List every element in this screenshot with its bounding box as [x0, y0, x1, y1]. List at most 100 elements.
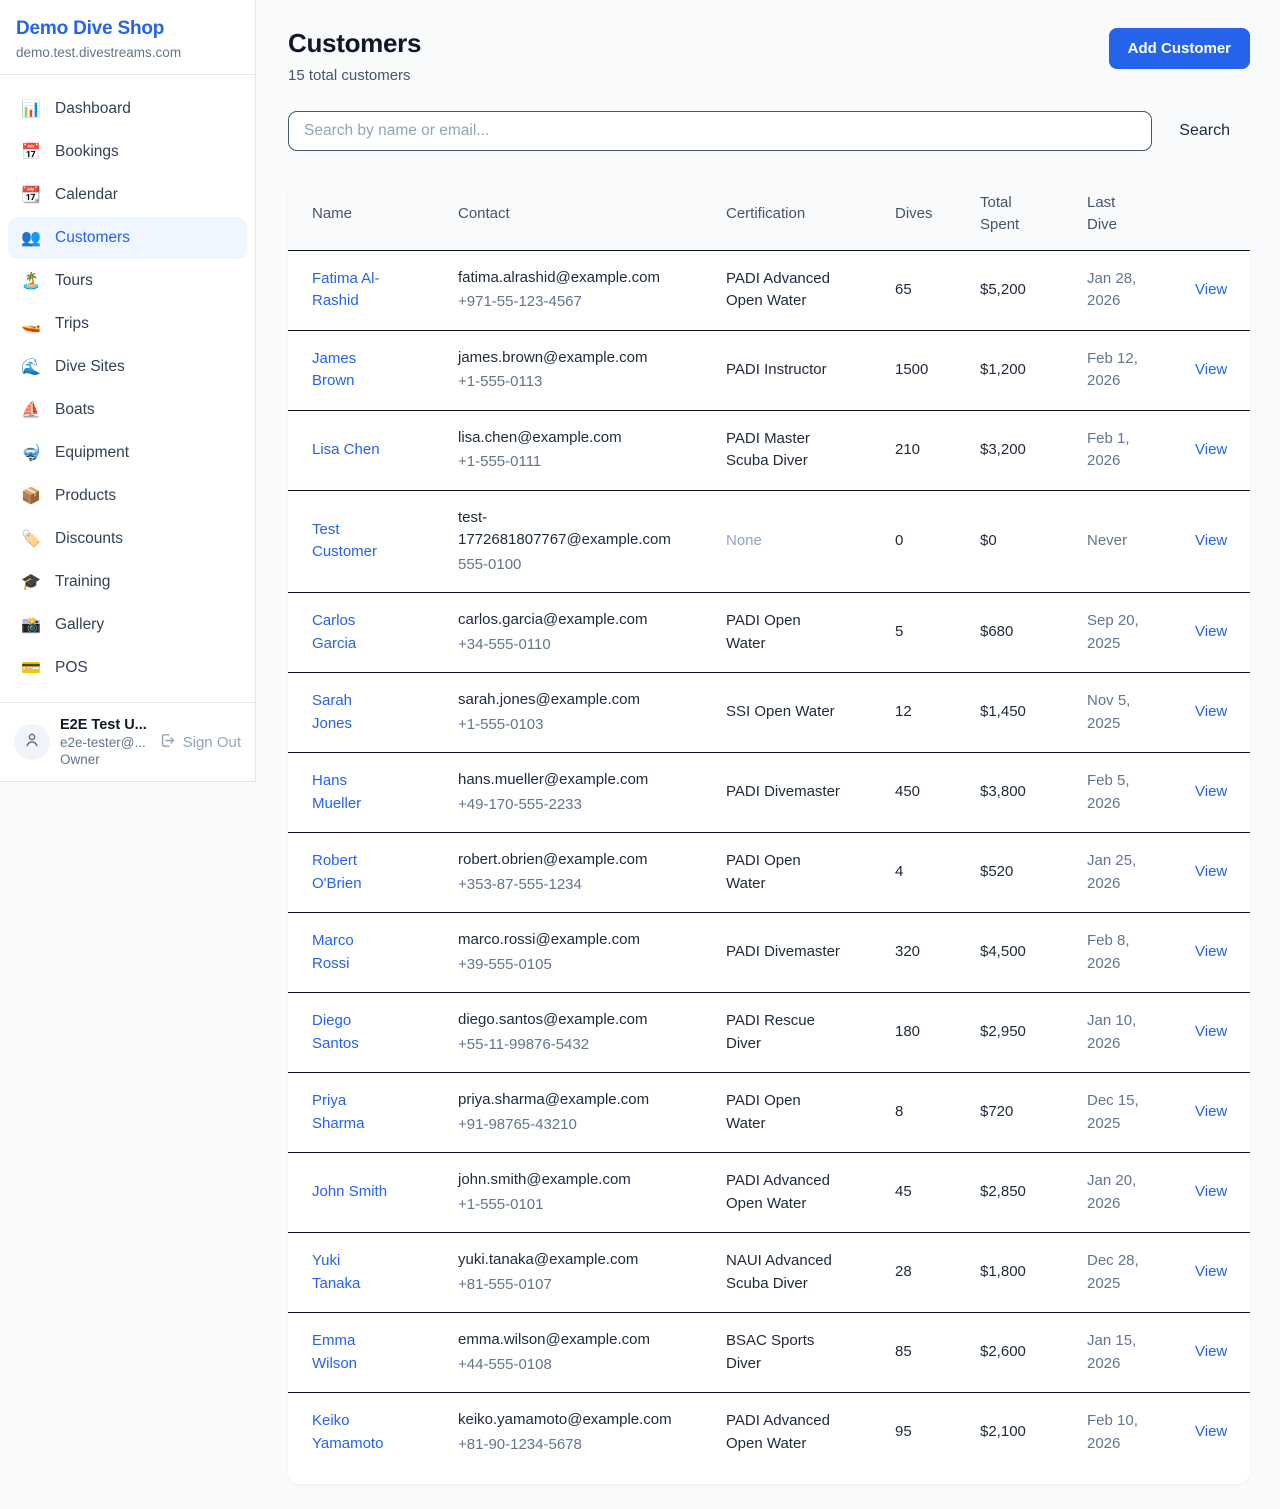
customer-last-dive: Jan 28, 2026: [1063, 250, 1171, 330]
view-customer-link[interactable]: View: [1195, 783, 1227, 800]
sidebar-item-dashboard[interactable]: 📊 Dashboard: [8, 88, 247, 130]
sidebar-item-equipment[interactable]: 🤿 Equipment: [8, 432, 247, 474]
customer-email: hans.mueller@example.com: [458, 769, 686, 792]
sidebar-item-bookings[interactable]: 📅 Bookings: [8, 131, 247, 173]
customer-last-dive: Jan 25, 2026: [1063, 833, 1171, 913]
customer-certification: PADI Open Water: [702, 833, 871, 913]
table-header-row: Name Contact Certification Dives Total S…: [288, 178, 1250, 250]
sidebar-item-boats[interactable]: ⛵ Boats: [8, 389, 247, 431]
customer-phone: +81-555-0107: [458, 1274, 686, 1297]
customer-total-spent: $2,850: [956, 1153, 1063, 1233]
shop-name: Demo Dive Shop: [16, 18, 239, 40]
sidebar-item-training[interactable]: 🎓 Training: [8, 561, 247, 603]
customer-certification: PADI Master Scuba Diver: [702, 410, 871, 490]
customer-last-dive: Dec 15, 2025: [1063, 1073, 1171, 1153]
customer-name-link[interactable]: Sarah Jones: [312, 692, 352, 732]
view-customer-link[interactable]: View: [1195, 441, 1227, 458]
add-customer-button[interactable]: Add Customer: [1109, 28, 1250, 69]
table-row: Keiko Yamamoto keiko.yamamoto@example.co…: [288, 1393, 1250, 1473]
table-row: Test Customer test-1772681807767@example…: [288, 490, 1250, 593]
customer-total-spent: $0: [956, 490, 1063, 593]
col-header-name: Name: [288, 178, 434, 250]
customer-name-link[interactable]: Test Customer: [312, 521, 377, 561]
credit-card-icon: 💳: [20, 658, 42, 678]
customer-last-dive: Feb 12, 2026: [1063, 330, 1171, 410]
view-customer-link[interactable]: View: [1195, 1183, 1227, 1200]
customer-name-link[interactable]: Hans Mueller: [312, 772, 361, 812]
customer-last-dive: Jan 10, 2026: [1063, 993, 1171, 1073]
sidebar-item-products[interactable]: 📦 Products: [8, 475, 247, 517]
customer-name-link[interactable]: John Smith: [312, 1183, 387, 1200]
customer-dives: 1500: [871, 330, 956, 410]
customer-email: yuki.tanaka@example.com: [458, 1249, 686, 1272]
customer-name-link[interactable]: Lisa Chen: [312, 441, 380, 458]
customer-email: fatima.alrashid@example.com: [458, 267, 686, 290]
sign-out-button[interactable]: Sign Out: [159, 732, 241, 753]
table-row: Carlos Garcia carlos.garcia@example.com …: [288, 593, 1250, 673]
customer-email: priya.sharma@example.com: [458, 1089, 686, 1112]
table-row: James Brown james.brown@example.com +1-5…: [288, 330, 1250, 410]
customer-name-link[interactable]: Robert O'Brien: [312, 852, 362, 892]
customer-total-spent: $2,100: [956, 1393, 1063, 1473]
customer-name-link[interactable]: James Brown: [312, 350, 356, 390]
view-customer-link[interactable]: View: [1195, 281, 1227, 298]
sidebar-item-gallery[interactable]: 📸 Gallery: [8, 604, 247, 646]
tear-off-calendar-icon: 📆: [20, 185, 42, 205]
customer-email: keiko.yamamoto@example.com: [458, 1409, 686, 1432]
customer-dives: 0: [871, 490, 956, 593]
sidebar-item-calendar[interactable]: 📆 Calendar: [8, 174, 247, 216]
view-customer-link[interactable]: View: [1195, 1103, 1227, 1120]
customer-phone: +55-11-99876-5432: [458, 1034, 686, 1057]
view-customer-link[interactable]: View: [1195, 532, 1227, 549]
sidebar-item-pos[interactable]: 💳 POS: [8, 647, 247, 689]
user-meta: E2E Test U... e2e-tester@... Owner: [60, 717, 149, 767]
view-customer-link[interactable]: View: [1195, 1023, 1227, 1040]
search-input[interactable]: [288, 111, 1152, 151]
table-row: Yuki Tanaka yuki.tanaka@example.com +81-…: [288, 1233, 1250, 1313]
customer-certification: PADI Advanced Open Water: [702, 250, 871, 330]
customer-certification: None: [702, 490, 871, 593]
calendar-icon: 📅: [20, 142, 42, 162]
sidebar-item-trips[interactable]: 🚤 Trips: [8, 303, 247, 345]
sidebar-item-dive-sites[interactable]: 🌊 Dive Sites: [8, 346, 247, 388]
table-row: Diego Santos diego.santos@example.com +5…: [288, 993, 1250, 1073]
shop-domain: demo.test.divestreams.com: [16, 45, 239, 60]
customer-dives: 65: [871, 250, 956, 330]
customer-name-link[interactable]: Diego Santos: [312, 1012, 359, 1052]
customer-name-link[interactable]: Fatima Al-Rashid: [312, 270, 380, 310]
customer-name-link[interactable]: Emma Wilson: [312, 1332, 357, 1372]
page-header: Customers 15 total customers Add Custome…: [288, 28, 1250, 84]
sidebar-item-discounts[interactable]: 🏷️ Discounts: [8, 518, 247, 560]
view-customer-link[interactable]: View: [1195, 361, 1227, 378]
customer-dives: 320: [871, 913, 956, 993]
view-customer-link[interactable]: View: [1195, 623, 1227, 640]
sidebar: Demo Dive Shop demo.test.divestreams.com…: [0, 0, 256, 782]
customer-dives: 28: [871, 1233, 956, 1313]
customer-last-dive: Never: [1063, 490, 1171, 593]
customer-email: marco.rossi@example.com: [458, 929, 686, 952]
view-customer-link[interactable]: View: [1195, 943, 1227, 960]
customer-name-link[interactable]: Marco Rossi: [312, 932, 354, 972]
table-row: Fatima Al-Rashid fatima.alrashid@example…: [288, 250, 1250, 330]
view-customer-link[interactable]: View: [1195, 1263, 1227, 1280]
customer-phone: +353-87-555-1234: [458, 874, 686, 897]
customer-name-link[interactable]: Priya Sharma: [312, 1092, 365, 1132]
customer-total-spent: $3,200: [956, 410, 1063, 490]
customer-last-dive: Sep 20, 2025: [1063, 593, 1171, 673]
search-button[interactable]: Search: [1179, 122, 1230, 140]
view-customer-link[interactable]: View: [1195, 1423, 1227, 1440]
customer-name-link[interactable]: Keiko Yamamoto: [312, 1412, 383, 1452]
customer-name-link[interactable]: Carlos Garcia: [312, 612, 356, 652]
customer-last-dive: Feb 1, 2026: [1063, 410, 1171, 490]
customer-total-spent: $5,200: [956, 250, 1063, 330]
table-row: John Smith john.smith@example.com +1-555…: [288, 1153, 1250, 1233]
customer-phone: +1-555-0101: [458, 1194, 686, 1217]
view-customer-link[interactable]: View: [1195, 863, 1227, 880]
customer-last-dive: Dec 28, 2025: [1063, 1233, 1171, 1313]
view-customer-link[interactable]: View: [1195, 1343, 1227, 1360]
customer-name-link[interactable]: Yuki Tanaka: [312, 1252, 360, 1292]
diving-mask-icon: 🤿: [20, 443, 42, 463]
sidebar-item-tours[interactable]: 🏝️ Tours: [8, 260, 247, 302]
sidebar-item-customers[interactable]: 👥 Customers: [8, 217, 247, 259]
view-customer-link[interactable]: View: [1195, 703, 1227, 720]
